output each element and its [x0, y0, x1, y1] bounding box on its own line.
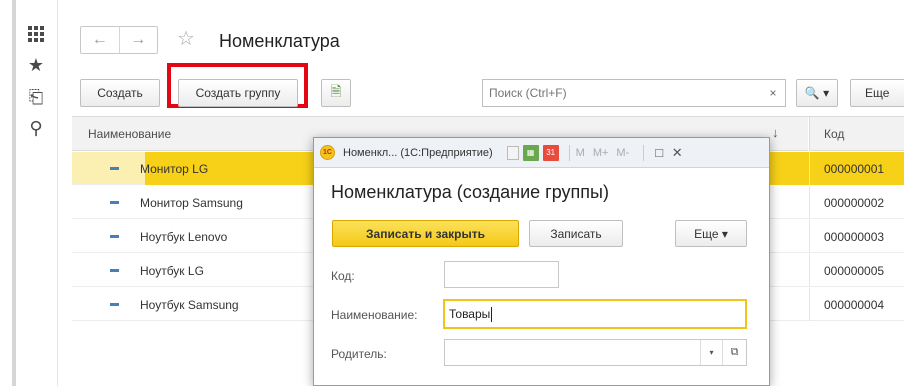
code-field[interactable] — [444, 261, 559, 288]
create-button[interactable]: Создать — [80, 79, 160, 107]
dialog-window-title: Номенкл... (1С:Предприятие) — [343, 146, 493, 159]
document-add-button[interactable]: 🗎 — [321, 79, 351, 107]
sort-arrow-icon[interactable]: ↓ — [772, 125, 779, 140]
dialog-more-button[interactable]: Еще ▾ — [675, 220, 747, 247]
left-sidebar: ★ ⎗ ⚲ — [0, 0, 62, 386]
item-icon — [110, 167, 119, 170]
clear-search-icon[interactable]: × — [761, 86, 785, 100]
save-button[interactable]: Записать — [529, 220, 623, 247]
item-name: Монитор Samsung — [140, 195, 243, 210]
create-group-button[interactable]: Создать группу — [178, 79, 298, 107]
memory-plus-button[interactable]: M+ — [593, 147, 609, 159]
cell-code: 000000004 — [809, 288, 904, 321]
name-value: Товары — [449, 307, 491, 321]
memory-m-button[interactable]: M — [576, 147, 585, 159]
parent-label: Родитель: — [331, 347, 387, 361]
name-field[interactable]: Товары — [443, 299, 747, 329]
close-button[interactable]: ✕ — [668, 144, 686, 162]
code-label: Код: — [331, 269, 355, 283]
item-icon — [110, 201, 119, 204]
cell-code: 000000002 — [809, 186, 904, 219]
calendar-icon[interactable]: 31 — [542, 144, 559, 161]
item-name: Монитор LG — [140, 161, 209, 176]
titlebar-divider — [568, 144, 570, 161]
item-name: Ноутбук LG — [140, 263, 204, 278]
search-field[interactable]: × — [482, 79, 786, 107]
page-title: Номенклатура — [219, 31, 340, 51]
cell-code: 000000005 — [809, 254, 904, 287]
open-icon[interactable]: ⧉ — [722, 340, 746, 365]
item-icon — [110, 269, 119, 272]
dialog-heading: Номенклатура (создание группы) — [331, 182, 609, 202]
navigation-buttons: ← → — [80, 26, 158, 54]
document-add-icon: 🗎 — [330, 83, 342, 99]
back-button[interactable]: ← — [81, 27, 119, 53]
memory-minus-button[interactable]: M- — [616, 147, 629, 159]
favorite-star-icon[interactable]: ☆ — [177, 26, 195, 51]
sidebar-rail — [12, 0, 16, 386]
column-header-code[interactable]: Код — [809, 117, 904, 151]
apps-grid-icon[interactable] — [26, 24, 46, 44]
item-icon — [110, 235, 119, 238]
maximize-button[interactable]: □ — [650, 144, 668, 162]
search-input[interactable] — [483, 81, 761, 105]
chevron-down-icon[interactable]: ▾ — [700, 340, 722, 365]
star-icon[interactable]: ★ — [26, 55, 46, 75]
create-group-dialog: 1С Номенкл... (1С:Предприятие) ▦ 31 M M+… — [313, 137, 770, 386]
app-logo-icon: 1С — [320, 145, 335, 160]
dialog-titlebar[interactable]: 1С Номенкл... (1С:Предприятие) ▦ 31 M M+… — [314, 138, 769, 168]
text-caret — [491, 306, 493, 322]
column-header-name-label: Наименование — [88, 126, 172, 141]
search-options-button[interactable]: 🔍 ▾ — [796, 79, 838, 107]
cell-code: 000000001 — [809, 152, 904, 185]
parent-field[interactable]: ▾ ⧉ — [444, 339, 747, 366]
document-icon[interactable] — [506, 145, 519, 160]
forward-button[interactable]: → — [118, 27, 158, 53]
calculator-icon[interactable]: ▦ — [522, 144, 539, 161]
column-header-code-label: Код — [824, 126, 845, 141]
item-name: Ноутбук Samsung — [140, 297, 239, 312]
history-icon[interactable]: ⎗ — [26, 87, 46, 107]
titlebar-divider — [643, 144, 645, 161]
item-name: Ноутбук Lenovo — [140, 229, 228, 244]
save-and-close-button[interactable]: Записать и закрыть — [332, 220, 519, 247]
name-label: Наименование: — [331, 308, 418, 322]
sidebar-divider — [57, 0, 58, 386]
search-icon[interactable]: ⚲ — [26, 118, 46, 138]
cell-code: 000000003 — [809, 220, 904, 253]
item-icon — [110, 303, 119, 306]
more-button[interactable]: Еще — [850, 79, 904, 107]
